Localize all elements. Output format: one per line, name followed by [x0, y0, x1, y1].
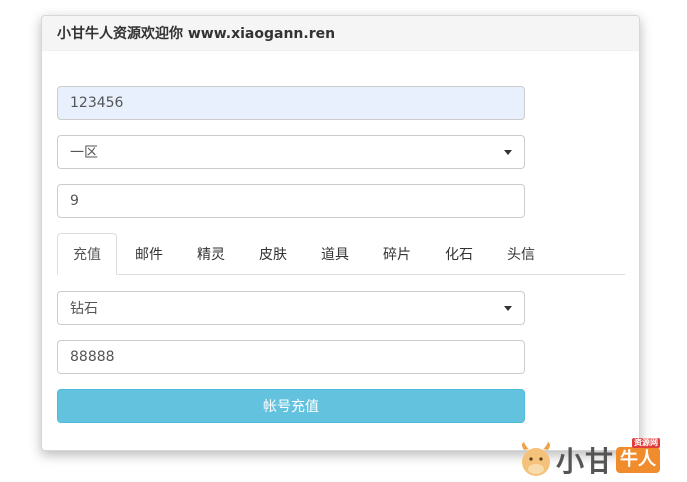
tab-headletter[interactable]: 头信: [491, 233, 551, 275]
tab-label: 充值: [73, 247, 101, 263]
account-input[interactable]: 123456: [57, 86, 525, 120]
tab-fragments[interactable]: 碎片: [367, 233, 427, 275]
tab-label: 皮肤: [259, 247, 287, 263]
server-select-value: 一区: [70, 145, 98, 161]
recharge-panel: 小甘牛人资源欢迎你 www.xiaogann.ren 123456 一区 9 充…: [41, 15, 640, 451]
tab-label: 头信: [507, 247, 535, 263]
watermark-badge-text: 牛人: [620, 448, 657, 470]
watermark-badge-small: 资源网: [632, 437, 661, 448]
tab-label: 邮件: [135, 247, 163, 263]
quantity-input-value: 9: [70, 193, 79, 209]
quantity-input[interactable]: 9: [57, 184, 525, 218]
function-tabs: 充值 邮件 精灵 皮肤 道具 碎片 化石 头信: [57, 233, 625, 275]
account-recharge-button[interactable]: 帐号充值: [57, 389, 525, 423]
tab-fossils[interactable]: 化石: [429, 233, 489, 275]
item-select-value: 钻石: [70, 301, 98, 317]
watermark-text: 小甘: [556, 444, 615, 478]
tab-skin[interactable]: 皮肤: [243, 233, 303, 275]
amount-input-value: 88888: [70, 349, 115, 365]
chevron-down-icon: [504, 305, 512, 311]
account-input-value: 123456: [70, 95, 124, 111]
item-select[interactable]: 钻石: [57, 291, 525, 325]
watermark-badge: 牛人 资源网: [616, 437, 661, 473]
tab-recharge[interactable]: 充值: [57, 233, 117, 275]
tab-label: 化石: [445, 247, 473, 263]
chevron-down-icon: [504, 149, 512, 155]
account-recharge-button-label: 帐号充值: [263, 399, 319, 415]
tab-label: 碎片: [383, 247, 411, 263]
cow-logo-icon: [518, 440, 554, 480]
tab-label: 精灵: [197, 247, 225, 263]
panel-title: 小甘牛人资源欢迎你 www.xiaogann.ren: [57, 26, 336, 42]
tab-label: 道具: [321, 247, 349, 263]
amount-input[interactable]: 88888: [57, 340, 525, 374]
server-select[interactable]: 一区: [57, 135, 525, 169]
tab-mail[interactable]: 邮件: [119, 233, 179, 275]
panel-heading: 小甘牛人资源欢迎你 www.xiaogann.ren: [42, 16, 639, 51]
site-watermark: 小甘 牛人 资源网: [518, 437, 687, 482]
tab-spirit[interactable]: 精灵: [181, 233, 241, 275]
tab-items[interactable]: 道具: [305, 233, 365, 275]
